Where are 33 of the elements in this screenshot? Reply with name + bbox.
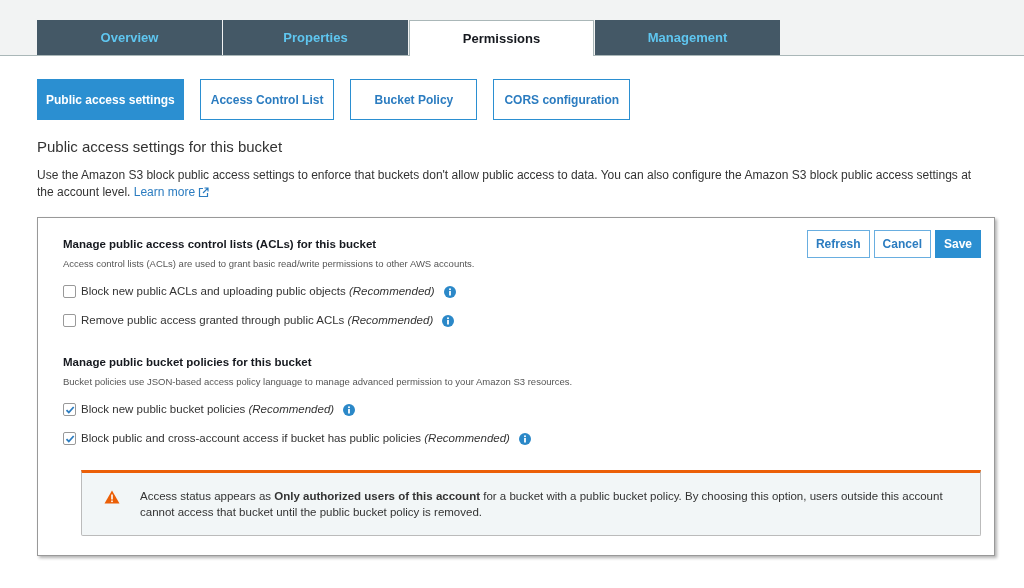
- external-link-icon: [198, 186, 210, 198]
- checkbox-label: Block new public bucket policies (Recommended): [81, 402, 335, 417]
- action-button[interactable]: Save: [934, 229, 981, 258]
- action-button[interactable]: Refresh: [806, 229, 870, 258]
- section-description: Bucket policies use JSON-based access policy language to manage advanced permission to your Amazon S3 resources.: [63, 374, 574, 389]
- section-heading: Public access settings for this bucket: [37, 137, 284, 157]
- alert-text: Access status appears as Only authorized users of this account for a bucket with a public bucket policy. By choosing this option, users outside this account cannot access that bucket until the public bucket policy is removed.: [140, 488, 944, 520]
- subtab[interactable]: Bucket Policy: [350, 79, 478, 120]
- checkbox[interactable]: [63, 432, 76, 446]
- info-icon[interactable]: [443, 285, 456, 298]
- checkbox-label: Remove public access granted through public ACLs (Recommended): [81, 313, 434, 329]
- checkbox[interactable]: [63, 314, 76, 328]
- tab[interactable]: Permissions: [409, 20, 594, 56]
- action-button[interactable]: Cancel: [873, 229, 931, 258]
- info-icon[interactable]: [343, 403, 356, 416]
- tab[interactable]: Management: [595, 20, 780, 55]
- info-icon[interactable]: [442, 314, 455, 327]
- description-text: Use the Amazon S3 block public access settings to enforce that buckets don't allow public access to data. You can also configure the Amazon S3 block public access settings at the account level. Learn more: [37, 166, 973, 201]
- checkbox-label: Block new public ACLs and uploading public objects (Recommended): [81, 284, 435, 299]
- checkbox[interactable]: [63, 285, 76, 299]
- section-title: Manage public bucket policies for this bucket: [63, 354, 312, 370]
- section-description: Access control lists (ACLs) are used to grant basic read/write permissions to other AWS accounts.: [63, 256, 476, 271]
- learn-more-link[interactable]: Learn more: [133, 183, 210, 201]
- info-icon[interactable]: [518, 432, 531, 445]
- warning-icon: [104, 489, 120, 504]
- subtab[interactable]: CORS configuration: [493, 79, 631, 120]
- section-title: Manage public access control lists (ACLs) for this bucket: [63, 236, 377, 252]
- checkbox[interactable]: [63, 403, 76, 417]
- tab[interactable]: Overview: [37, 20, 222, 55]
- subtab[interactable]: Public access settings: [37, 79, 184, 120]
- subtab[interactable]: Access Control List: [199, 79, 335, 120]
- tab[interactable]: Properties: [223, 20, 408, 55]
- checkbox-label: Block public and cross-account access if bucket has public policies (Recommended): [81, 431, 510, 447]
